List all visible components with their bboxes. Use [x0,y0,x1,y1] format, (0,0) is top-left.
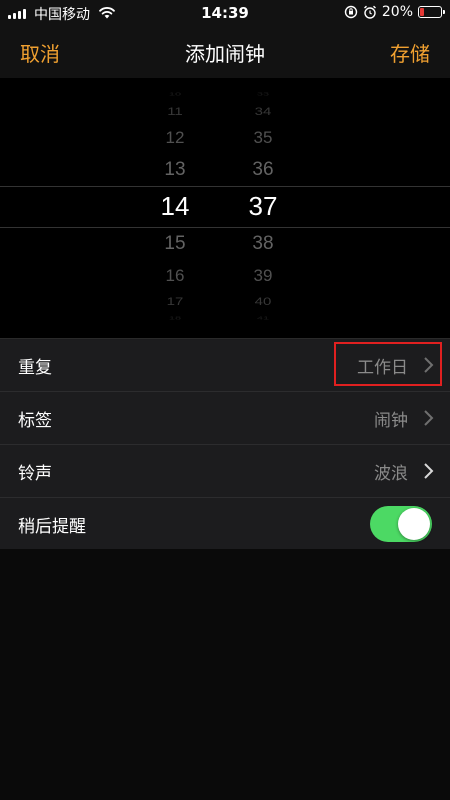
cancel-button[interactable]: 取消 [20,38,60,67]
orientation-lock-icon [344,5,358,19]
chevron-right-icon [424,463,434,479]
minute-option[interactable]: 40 [233,295,293,306]
snooze-row: 稍后提醒 [0,498,450,550]
label-value: 闹钟 [374,411,408,431]
navigation-bar: 取消 添加闹钟 存储 [0,26,450,79]
time-picker[interactable]: 10 11 12 13 14 15 16 17 18 33 34 35 36 37 38 39 40 41 [0,78,450,338]
picker-selection-band [0,186,450,228]
sound-value: 波浪 [374,464,408,484]
hour-option[interactable]: 15 [145,234,205,253]
label-label: 标签 [18,411,52,431]
minute-wheel[interactable]: 33 34 35 36 37 38 39 40 41 [233,78,293,338]
minute-option[interactable]: 38 [233,234,293,253]
battery-level [420,8,424,16]
hour-option[interactable]: 16 [145,267,205,284]
minute-option[interactable]: 34 [233,105,293,116]
label-row[interactable]: 标签 闹钟 [0,392,450,445]
repeat-label: 重复 [18,358,52,378]
battery-percent: 20% [381,4,413,20]
hour-option[interactable]: 13 [145,160,205,179]
repeat-value: 工作日 [357,358,408,378]
minute-option[interactable]: 41 [233,315,293,321]
repeat-row[interactable]: 重复 工作日 [0,339,450,392]
hour-option[interactable]: 10 [145,91,205,97]
minute-selected[interactable]: 37 [233,193,293,219]
toggle-knob [398,508,430,540]
chevron-right-icon [424,357,434,373]
status-bar: 中国移动 14:39 20% [0,0,450,26]
alarm-settings-list: 重复 工作日 标签 闹钟 铃声 波浪 稍后提醒 [0,338,450,551]
sound-row[interactable]: 铃声 波浪 [0,445,450,498]
hour-option[interactable]: 12 [145,129,205,146]
save-button[interactable]: 存储 [390,38,430,67]
hour-wheel[interactable]: 10 11 12 13 14 15 16 17 18 [145,78,205,338]
minute-option[interactable]: 39 [233,267,293,284]
battery-icon [418,6,445,18]
chevron-right-icon [424,410,434,426]
page-title: 添加闹钟 [185,42,265,66]
minute-option[interactable]: 35 [233,129,293,146]
hour-selected[interactable]: 14 [145,193,205,219]
minute-option[interactable]: 33 [233,91,293,97]
minute-option[interactable]: 36 [233,160,293,179]
status-right-group: 20% [344,4,445,20]
hour-option[interactable]: 11 [145,105,205,116]
snooze-label: 稍后提醒 [18,517,86,537]
empty-area [0,549,450,800]
alarm-add-screen: 中国移动 14:39 20% 取消 添加闹钟 存储 10 11 12 13 14… [0,0,450,800]
hour-option[interactable]: 18 [145,315,205,321]
sound-label: 铃声 [18,464,52,484]
alarm-icon [363,5,376,19]
snooze-toggle[interactable] [370,506,432,542]
hour-option[interactable]: 17 [145,295,205,306]
